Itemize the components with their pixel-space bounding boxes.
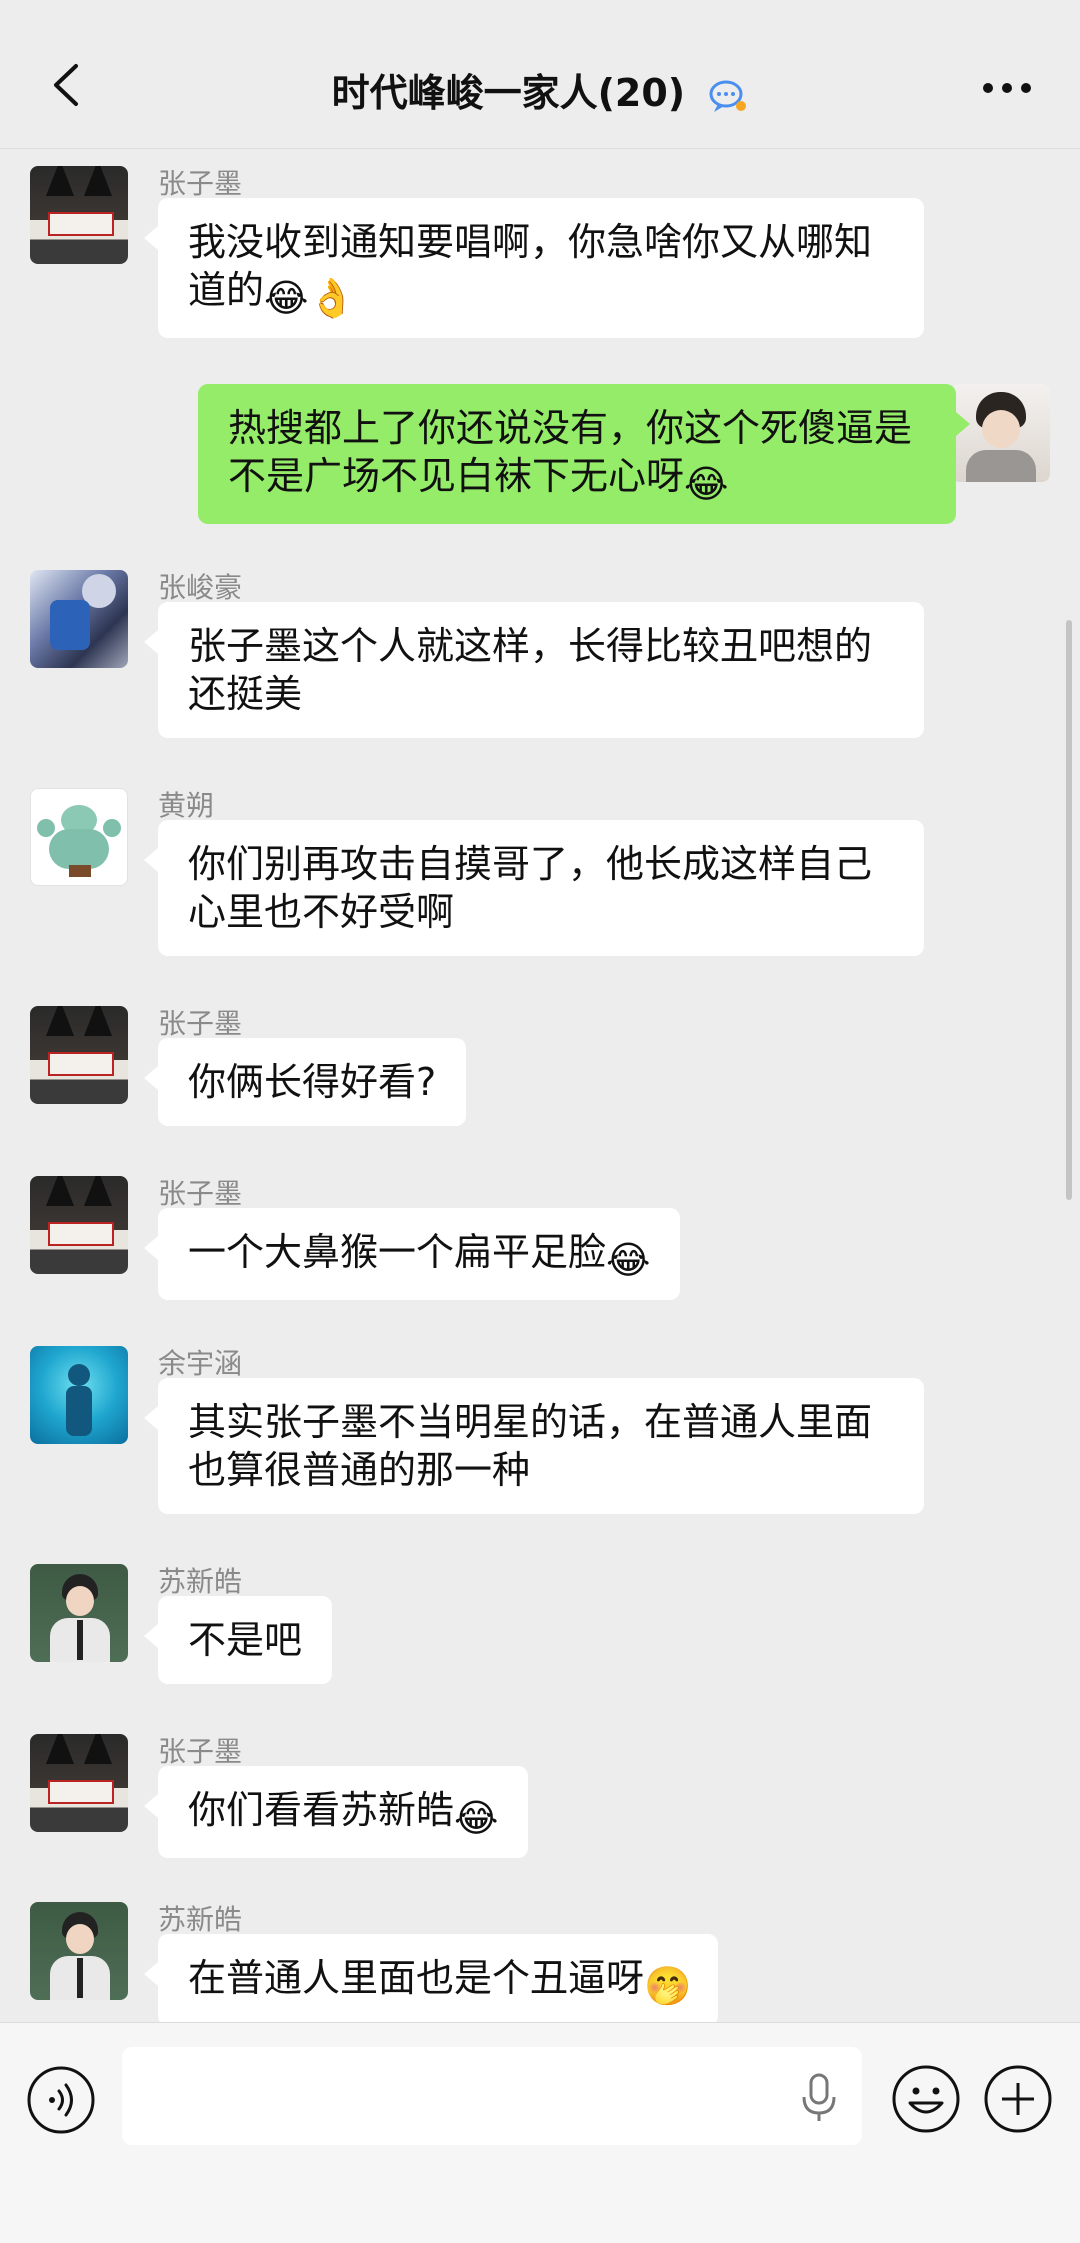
message-bubble[interactable]: 你俩长得好看? [143,1038,467,1126]
message-bubble[interactable]: 我没收到通知要唱啊，你急啥你又从哪知道的😂👌 [144,198,924,338]
sender-name: 张子墨 [158,1735,243,1768]
avatar[interactable] [30,1176,128,1274]
chat-bubble-icon [709,80,747,112]
sender-name: 张子墨 [158,1177,243,1210]
sender-name: 张子墨 [158,167,243,200]
avatar[interactable] [30,1902,128,2000]
tears-of-joy-icon: 😂 [684,462,729,506]
message-text: 不是吧 [188,1618,303,1662]
message-text: 张子墨这个人就这样，长得比较丑吧想的还挺美 [188,624,873,716]
message-bubble[interactable]: 一个大鼻猴一个扁平足脸😂 [143,1208,681,1300]
avatar[interactable] [30,788,128,886]
message-bubble[interactable]: 张子墨这个人就这样，长得比较丑吧想的还挺美 [144,602,924,738]
sender-name: 苏新皓 [158,1565,243,1598]
voice-icon[interactable] [26,2065,96,2135]
avatar[interactable] [30,570,128,668]
message-text: 你俩长得好看? [188,1060,437,1104]
tears-of-joy-icon: 😂 [606,1238,651,1282]
sender-name: 苏新皓 [158,1903,243,1936]
message-bubble[interactable]: 其实张子墨不当明星的话，在普通人里面也算很普通的那一种 [144,1378,924,1514]
avatar[interactable] [30,1564,128,1662]
tears-of-joy-icon: 😂 [454,1796,499,1840]
avatar[interactable] [30,1006,128,1104]
scrollbar[interactable] [1066,620,1072,1200]
sender-name: 余宇涵 [158,1347,243,1380]
message-text: 你们看看苏新皓 [188,1788,455,1832]
tears-of-joy-icon: 😂 [264,276,309,320]
more-dots-icon[interactable] [982,82,1032,94]
input-bar [0,2022,1080,2243]
message-text: 其实张子墨不当明星的话，在普通人里面也算很普通的那一种 [188,1400,873,1492]
avatar[interactable] [30,1346,128,1444]
message-bubble[interactable]: 热搜都上了你还说没有，你这个死傻逼是不是广场不见白袜下无心呀😂 [198,384,970,524]
sender-name: 张子墨 [158,1007,243,1040]
message-text: 在普通人里面也是个丑逼呀 [188,1956,645,2000]
chat-title: 时代峰峻一家人(20) [331,71,686,115]
message-text: 一个大鼻猴一个扁平足脸 [188,1230,607,1274]
avatar[interactable] [30,166,128,264]
message-bubble[interactable]: 在普通人里面也是个丑逼呀🤭 [143,1934,719,2026]
sender-name: 黄朔 [158,789,215,822]
message-bubble[interactable]: 不是吧 [143,1596,333,1684]
emoji-icon[interactable] [890,2063,962,2135]
plus-icon[interactable] [982,2063,1054,2135]
message-bubble[interactable]: 你们看看苏新皓😂 [143,1766,529,1858]
message-bubble[interactable]: 你们别再攻击自摸哥了，他长成这样自己心里也不好受啊 [144,820,924,956]
chat-title-row: 时代峰峻一家人(20) [0,62,1080,117]
ok-hand-icon: 👌 [308,276,356,320]
sender-name: 张峻豪 [158,571,243,604]
message-text: 热搜都上了你还说没有，你这个死傻逼是不是广场不见白袜下无心呀 [228,406,913,498]
message-input[interactable] [122,2047,862,2145]
message-text: 你们别再攻击自摸哥了，他长成这样自己心里也不好受啊 [188,842,873,934]
avatar[interactable] [30,1734,128,1832]
mic-icon[interactable] [800,2073,838,2123]
hand-over-mouth-icon: 🤭 [644,1964,692,2008]
chat-header: 时代峰峻一家人(20) [0,0,1080,149]
